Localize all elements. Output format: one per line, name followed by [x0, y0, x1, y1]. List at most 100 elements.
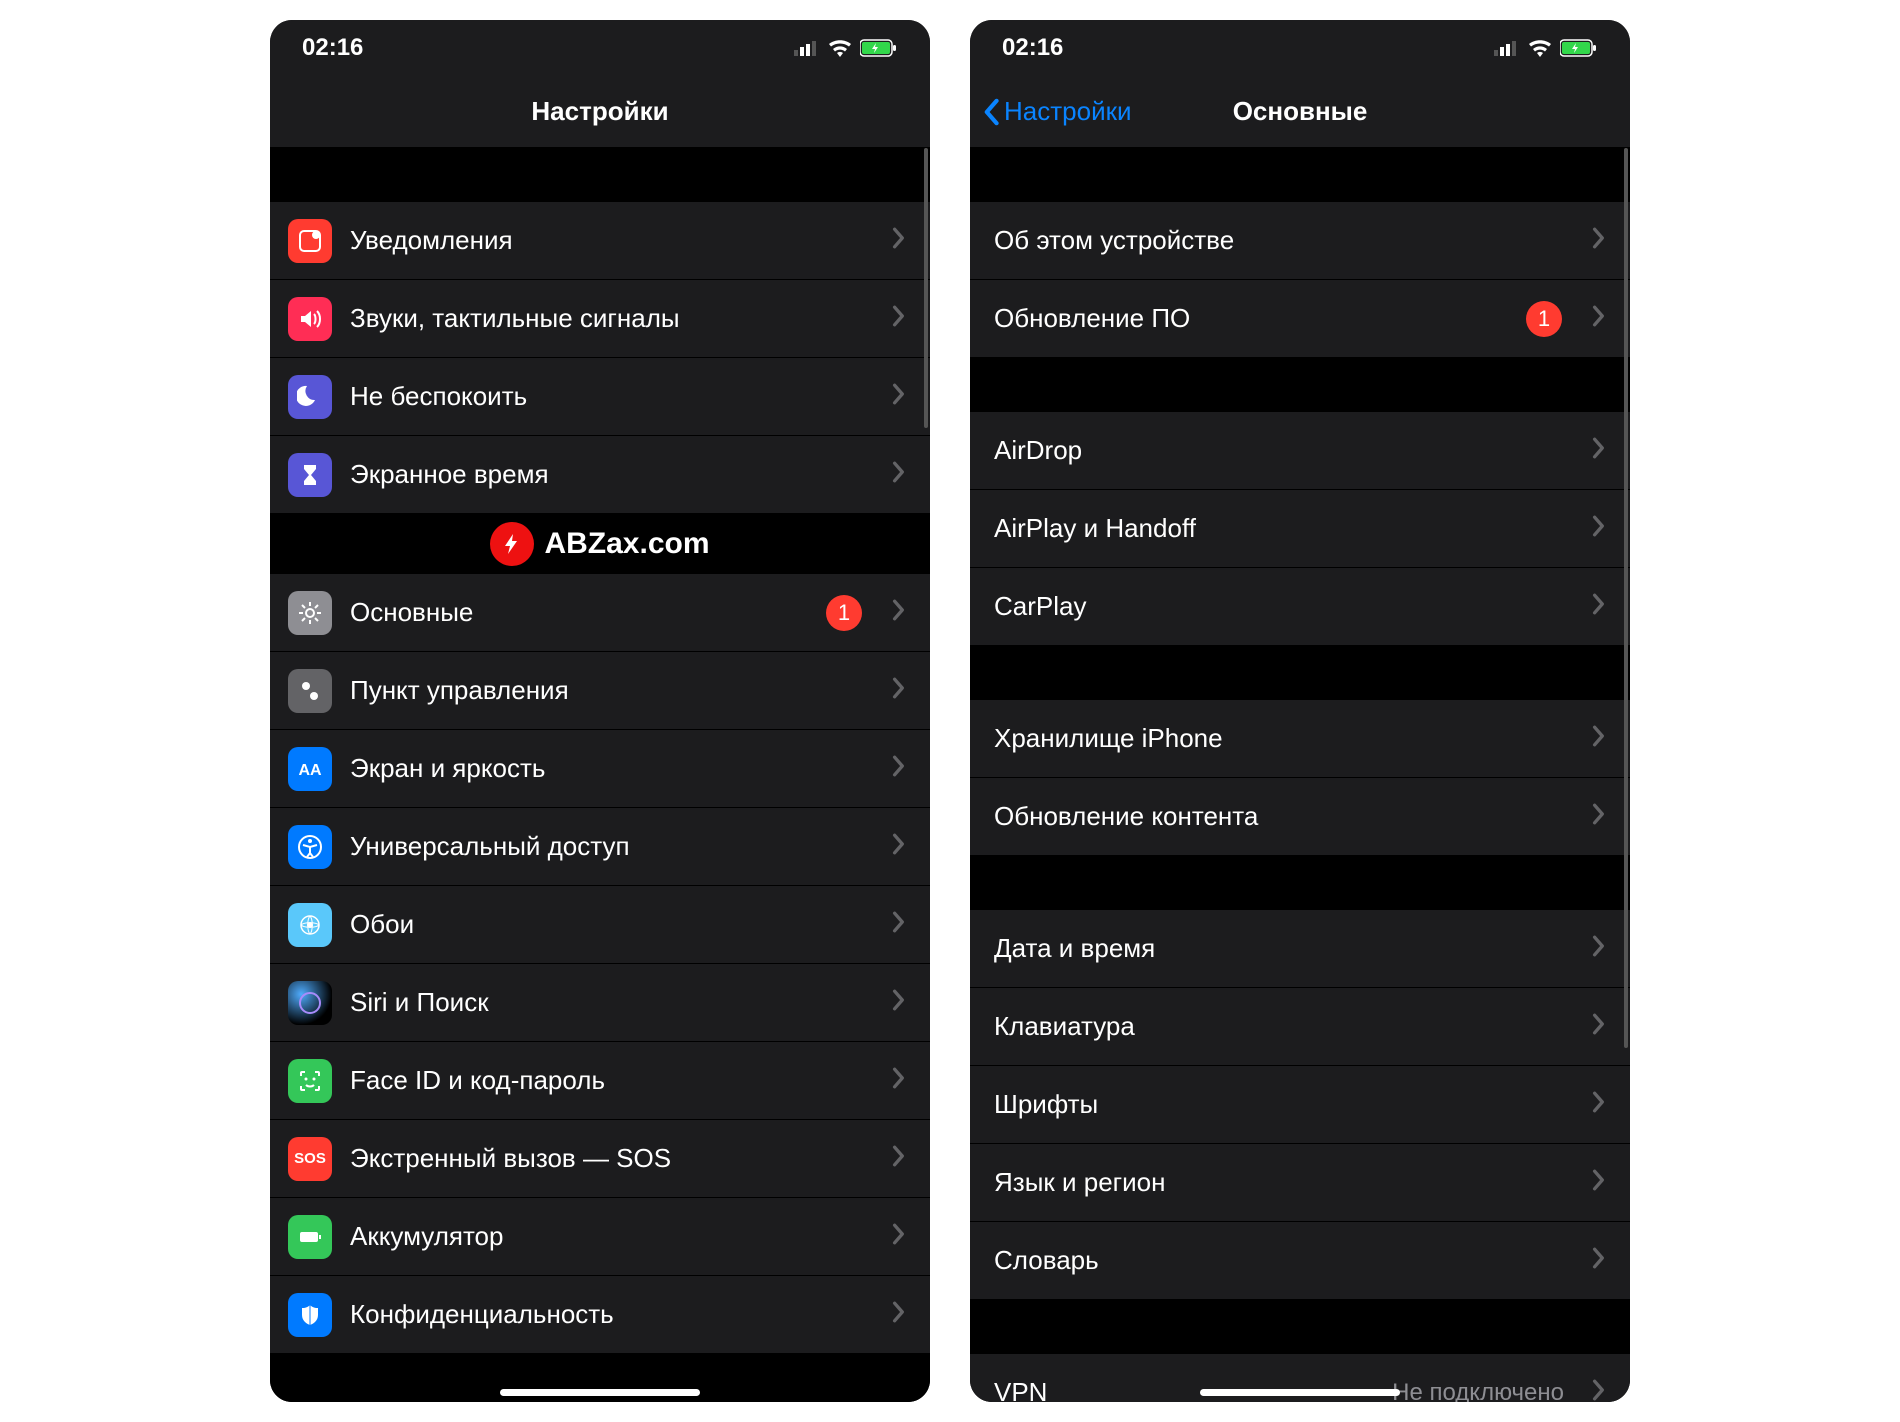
- watermark-text: ABZax.com: [544, 527, 709, 561]
- sos-icon: SOS: [288, 1137, 332, 1181]
- row-label: Обновление ПО: [994, 303, 1508, 334]
- hourglass-icon: [288, 453, 332, 497]
- settings-row[interactable]: Не беспокоить: [270, 358, 930, 436]
- chevron-right-icon: [892, 383, 906, 410]
- row-label: Аккумулятор: [350, 1221, 874, 1252]
- settings-row[interactable]: Универсальный доступ: [270, 808, 930, 886]
- section-gap: [970, 148, 1630, 202]
- svg-text:AA: AA: [298, 762, 322, 779]
- section-gap: [970, 358, 1630, 412]
- chevron-right-icon: [892, 1223, 906, 1250]
- notification-badge: 1: [826, 595, 862, 631]
- privacy-icon: [288, 1293, 332, 1337]
- row-label: Пункт управления: [350, 675, 874, 706]
- settings-row[interactable]: Язык и регион: [970, 1144, 1630, 1222]
- settings-row[interactable]: Экранное время: [270, 436, 930, 514]
- status-bar: 02:16: [970, 20, 1630, 76]
- chevron-right-icon: [892, 833, 906, 860]
- faceid-icon: [288, 1059, 332, 1103]
- row-label: Экран и яркость: [350, 753, 874, 784]
- chevron-right-icon: [1592, 935, 1606, 962]
- chevron-right-icon: [1592, 1379, 1606, 1402]
- row-label: Универсальный доступ: [350, 831, 874, 862]
- nav-header: Настройки: [270, 76, 930, 148]
- chevron-right-icon: [1592, 1013, 1606, 1040]
- chevron-right-icon: [892, 911, 906, 938]
- chevron-right-icon: [1592, 1169, 1606, 1196]
- settings-row[interactable]: Конфиденциальность: [270, 1276, 930, 1354]
- siri-icon: [288, 981, 332, 1025]
- chevron-right-icon: [1592, 725, 1606, 752]
- section-gap: [270, 148, 930, 202]
- moon-icon: [288, 375, 332, 419]
- settings-list[interactable]: Уведомления Звуки, тактильные сигналы Не б…: [270, 148, 930, 1402]
- section-gap: [970, 646, 1630, 700]
- row-label: Обои: [350, 909, 874, 940]
- row-label: Siri и Поиск: [350, 987, 874, 1018]
- signal-icon: [794, 40, 820, 56]
- settings-row[interactable]: AirPlay и Handoff: [970, 490, 1630, 568]
- wallpaper-icon: [288, 903, 332, 947]
- scrollbar[interactable]: [924, 148, 928, 428]
- settings-row[interactable]: Siri и Поиск: [270, 964, 930, 1042]
- settings-row[interactable]: SOSЭкстренный вызов — SOS: [270, 1120, 930, 1198]
- settings-row[interactable]: Основные 1: [270, 574, 930, 652]
- settings-row[interactable]: Хранилище iPhone: [970, 700, 1630, 778]
- settings-row[interactable]: Словарь: [970, 1222, 1630, 1300]
- control-icon: [288, 669, 332, 713]
- settings-row[interactable]: Обновление контента: [970, 778, 1630, 856]
- settings-row[interactable]: Face ID и код-пароль: [270, 1042, 930, 1120]
- chevron-right-icon: [1592, 1091, 1606, 1118]
- settings-row[interactable]: Аккумулятор: [270, 1198, 930, 1276]
- settings-row[interactable]: Клавиатура: [970, 988, 1630, 1066]
- scrollbar[interactable]: [1624, 148, 1628, 1048]
- battery-charging-icon: [1560, 39, 1598, 57]
- chevron-right-icon: [892, 305, 906, 332]
- settings-row[interactable]: Об этом устройстве: [970, 202, 1630, 280]
- row-label: Шрифты: [994, 1089, 1574, 1120]
- settings-row[interactable]: AirDrop: [970, 412, 1630, 490]
- nav-header: Настройки Основные: [970, 76, 1630, 148]
- settings-row[interactable]: Уведомления: [270, 202, 930, 280]
- row-label: Об этом устройстве: [994, 225, 1574, 256]
- watermark: ABZax.com: [270, 514, 930, 574]
- chevron-right-icon: [1592, 437, 1606, 464]
- row-label: Хранилище iPhone: [994, 723, 1574, 754]
- chevron-right-icon: [892, 677, 906, 704]
- signal-icon: [1494, 40, 1520, 56]
- accessibility-icon: [288, 825, 332, 869]
- notification-badge: 1: [1526, 301, 1562, 337]
- bolt-icon: [490, 522, 534, 566]
- back-button[interactable]: Настройки: [982, 96, 1132, 127]
- settings-row[interactable]: AA Экран и яркость: [270, 730, 930, 808]
- row-label: CarPlay: [994, 591, 1574, 622]
- display-icon: AA: [288, 747, 332, 791]
- status-icons: [794, 39, 898, 57]
- status-time: 02:16: [1002, 34, 1063, 62]
- settings-row[interactable]: CarPlay: [970, 568, 1630, 646]
- chevron-right-icon: [1592, 305, 1606, 332]
- settings-row[interactable]: Обои: [270, 886, 930, 964]
- row-label: Клавиатура: [994, 1011, 1574, 1042]
- row-label: Экранное время: [350, 459, 874, 490]
- home-indicator[interactable]: [500, 1389, 700, 1396]
- general-list[interactable]: Об этом устройстве Обновление ПО 1 AirDrop…: [970, 148, 1630, 1402]
- section-gap: [970, 1300, 1630, 1354]
- status-time: 02:16: [302, 34, 363, 62]
- chevron-right-icon: [1592, 803, 1606, 830]
- settings-row[interactable]: Дата и время: [970, 910, 1630, 988]
- row-value: Не подключено: [1392, 1379, 1564, 1403]
- settings-row[interactable]: Звуки, тактильные сигналы: [270, 280, 930, 358]
- row-label: Язык и регион: [994, 1167, 1574, 1198]
- chevron-right-icon: [892, 599, 906, 626]
- settings-row[interactable]: Пункт управления: [270, 652, 930, 730]
- row-label: Звуки, тактильные сигналы: [350, 303, 874, 334]
- row-label: Основные: [350, 597, 808, 628]
- phone-general: 02:16 Настройки Основные Об этом устройс…: [970, 20, 1630, 1402]
- settings-row[interactable]: Обновление ПО 1: [970, 280, 1630, 358]
- chevron-right-icon: [892, 1301, 906, 1328]
- back-label: Настройки: [1004, 96, 1132, 127]
- settings-row[interactable]: Шрифты: [970, 1066, 1630, 1144]
- row-label: AirDrop: [994, 435, 1574, 466]
- home-indicator[interactable]: [1200, 1389, 1400, 1396]
